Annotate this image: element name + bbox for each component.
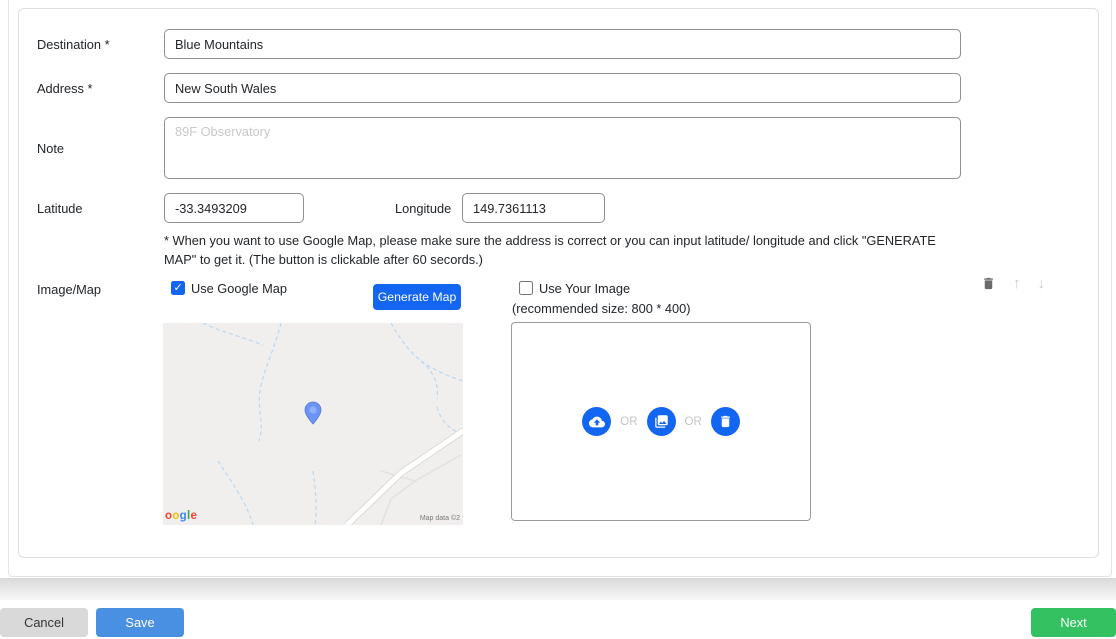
photo-library-icon [654, 414, 669, 429]
arrow-up-icon[interactable]: ↑ [1013, 276, 1021, 291]
recommended-size-text: (recommended size: 800 * 400) [512, 301, 691, 316]
logo-letter: e [190, 510, 198, 522]
latitude-input[interactable] [164, 193, 304, 223]
use-your-image-label: Use Your Image [539, 281, 631, 296]
google-map-preview[interactable]: oogle Map data ©2 [163, 323, 463, 525]
latitude-label: Latitude [37, 201, 83, 216]
google-map-help-text: * When you want to use Google Map, pleas… [164, 233, 936, 267]
image-map-row-actions: ↑ ↓ [981, 273, 1081, 293]
use-your-image-checkbox[interactable] [519, 281, 533, 295]
note-textarea[interactable] [164, 117, 961, 179]
page: Destination * Address * Note Latitude Lo… [0, 0, 1116, 639]
destination-form-card: Destination * Address * Note Latitude Lo… [18, 8, 1099, 558]
logo-letter: o [172, 510, 180, 522]
or-separator: OR [684, 415, 702, 428]
address-input[interactable] [164, 73, 961, 103]
map-attribution: Map data ©2 [419, 515, 460, 522]
choose-from-library-button[interactable] [646, 407, 676, 436]
image-upload-dropzone[interactable]: OR OR [511, 322, 811, 521]
use-your-image-option[interactable]: Use Your Image [519, 281, 630, 296]
upload-image-button[interactable] [582, 407, 612, 436]
generate-map-button[interactable]: Generate Map [373, 284, 461, 310]
or-separator: OR [620, 415, 638, 428]
footer-divider [0, 578, 1116, 600]
note-label: Note [37, 141, 65, 156]
destination-input[interactable] [164, 29, 961, 59]
longitude-input[interactable] [462, 193, 605, 223]
longitude-label: Longitude [395, 201, 452, 216]
use-google-map-option[interactable]: Use Google Map [171, 281, 287, 296]
image-map-label: Image/Map [37, 282, 102, 297]
use-google-map-label: Use Google Map [191, 281, 288, 296]
remove-image-button[interactable] [710, 407, 740, 436]
next-button[interactable]: Next [1031, 608, 1116, 637]
trash-icon [718, 414, 733, 429]
google-logo: oogle [165, 510, 197, 522]
cloud-upload-icon [588, 414, 605, 430]
destination-label: Destination * [37, 37, 110, 52]
map-image [163, 323, 463, 525]
logo-letter: g [179, 510, 187, 522]
save-button[interactable]: Save [96, 608, 184, 637]
arrow-down-icon[interactable]: ↓ [1038, 276, 1046, 291]
address-label: Address * [37, 81, 93, 96]
cancel-button[interactable]: Cancel [0, 608, 88, 637]
use-google-map-checkbox[interactable] [171, 281, 185, 295]
trash-icon[interactable] [981, 276, 996, 291]
